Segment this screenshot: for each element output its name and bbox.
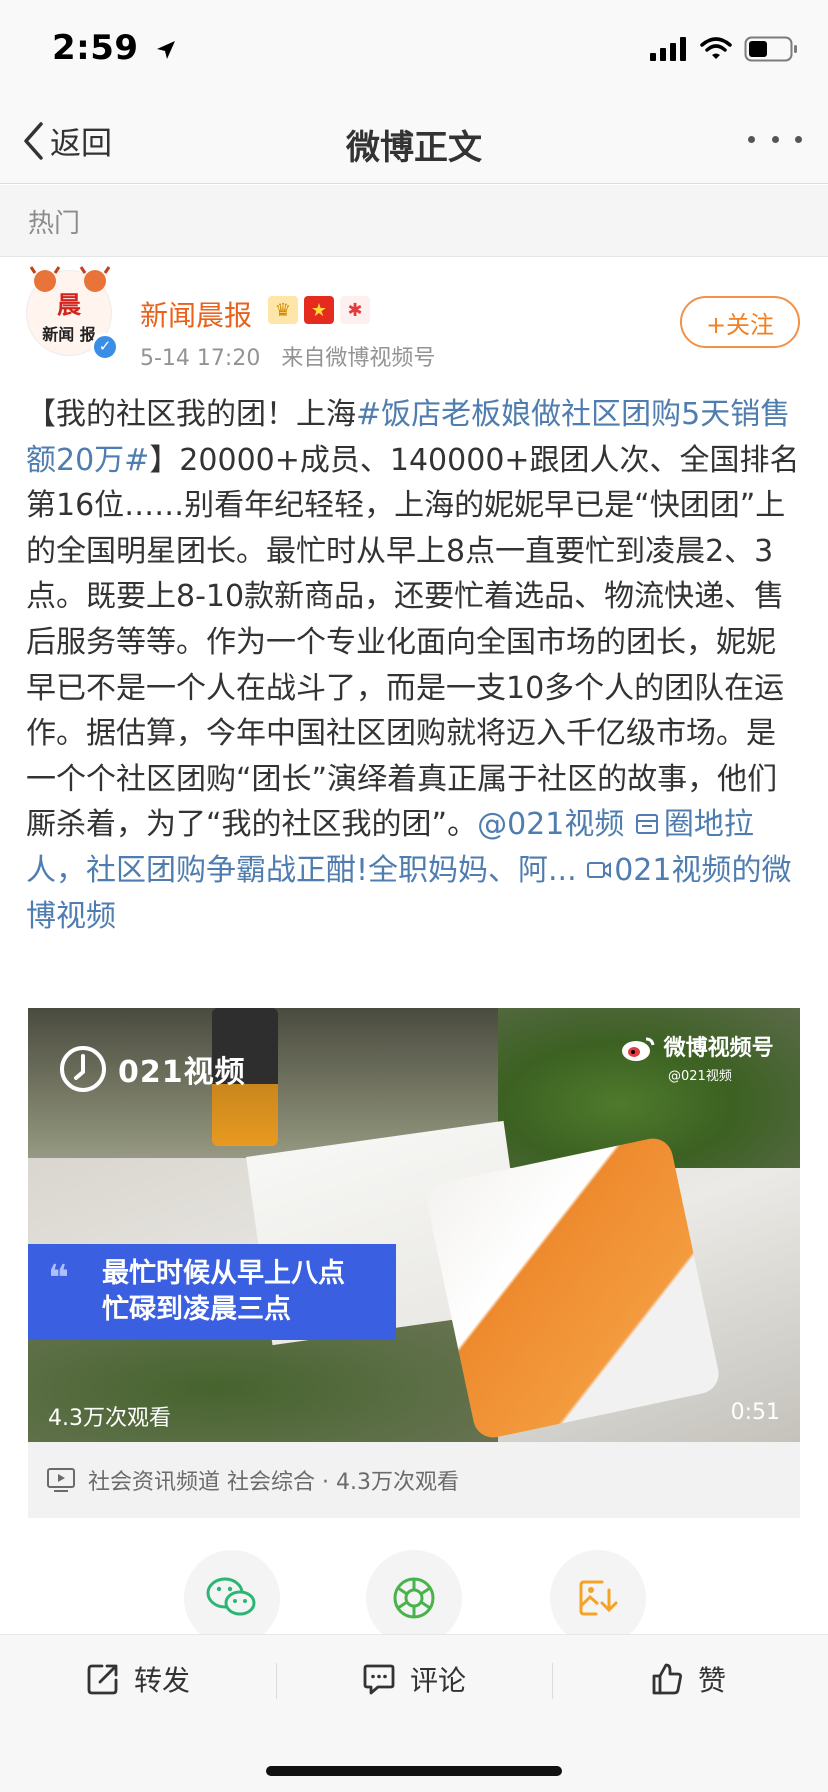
nav-bar: 返回 微博正文	[0, 100, 828, 184]
comment-label: 评论	[410, 1664, 467, 1697]
video-view-count: 4.3万次观看	[48, 1406, 171, 1431]
video-channel-logo: 021视频	[58, 1044, 246, 1094]
status-bar: 2:59	[0, 0, 828, 100]
signal-icon	[650, 37, 686, 61]
firework-icon[interactable]: ✱	[340, 296, 370, 324]
follow-button[interactable]: +关注	[680, 296, 800, 348]
avatar[interactable]: 晨 新闻 报 ✓	[26, 266, 119, 361]
crown-icon[interactable]: ♛	[268, 296, 298, 324]
video-caption-box: ❝ 最忙时候从早上八点 忙碌到凌晨三点	[28, 1244, 396, 1340]
video-link-icon	[587, 861, 612, 878]
quote-icon: ❝	[48, 1258, 70, 1299]
verified-icon: ✓	[98, 337, 112, 355]
action-divider	[276, 1663, 277, 1699]
caption-line-1: 最忙时候从早上八点	[102, 1258, 345, 1289]
moments-icon	[393, 1577, 435, 1619]
share-moments-button[interactable]	[366, 1550, 462, 1646]
weibo-eye-icon	[622, 1037, 655, 1061]
home-indicator[interactable]	[266, 1766, 562, 1776]
post-text-intro: 【我的社区我的团！上海	[26, 397, 356, 432]
author-badges: ♛ ★ ✱	[268, 296, 370, 324]
verified-badge: ✓	[91, 333, 119, 361]
video-info-text: 社会资讯频道 社会综合 · 4.3万次观看	[88, 1470, 459, 1495]
video-duration: 0:51	[730, 1400, 780, 1425]
article-icon	[635, 814, 658, 835]
caption-line-2: 忙碌到凌晨三点	[102, 1294, 291, 1325]
comment-button[interactable]: 评论	[362, 1659, 466, 1699]
wechat-icon	[206, 1577, 256, 1616]
wifi-icon	[700, 37, 732, 59]
share-wechat-button[interactable]	[184, 1550, 280, 1646]
watermark-handle: @021视频	[668, 1069, 732, 1084]
repost-label: 转发	[134, 1664, 191, 1697]
author-name[interactable]: 新闻晨报	[140, 294, 252, 334]
avatar-logo-main: 晨	[57, 291, 81, 319]
flag-icon[interactable]: ★	[304, 296, 334, 324]
save-image-icon	[579, 1580, 618, 1616]
status-indicators	[650, 36, 798, 62]
section-label: 热门	[28, 209, 81, 239]
location-arrow-icon	[156, 40, 175, 59]
like-button[interactable]: 赞	[650, 1659, 726, 1699]
repost-icon	[87, 1664, 118, 1695]
clock-logo-icon	[60, 1046, 106, 1092]
more-icon	[748, 135, 755, 143]
mention-link[interactable]: @021视频	[477, 807, 624, 842]
post-meta: 5-14 17:20 来自微博视频号	[140, 340, 435, 372]
video-player[interactable]: 021视频 微博视频号 @021视频 ❝ 最忙时候从早上八点 忙碌到凌晨三点 4…	[28, 1008, 800, 1442]
watermark-text: 微博视频号	[663, 1036, 774, 1061]
video-watermark: 微博视频号 @021视频	[620, 1030, 774, 1084]
like-label: 赞	[698, 1664, 727, 1697]
post-body: 【我的社区我的团！上海#饭店老板娘做社区团购5天销售额20万#】20000+成员…	[26, 392, 804, 939]
status-time: 2:59	[52, 28, 177, 68]
more-button[interactable]	[748, 124, 802, 154]
save-image-button[interactable]	[550, 1550, 646, 1646]
post-text-main: 】20000+成员、140000+跟团人次、全国排名第16位……别看年纪轻轻，上…	[26, 442, 800, 843]
watermark-main: 微博视频号	[620, 1030, 774, 1063]
battery-icon	[744, 36, 797, 62]
video-channel-icon	[47, 1468, 75, 1492]
repost-button[interactable]: 转发	[86, 1659, 190, 1699]
page-title: 微博正文	[346, 128, 482, 168]
video-channel-name: 021视频	[118, 1055, 246, 1090]
video-caption-text: 最忙时候从早上八点 忙碌到凌晨三点	[102, 1256, 345, 1328]
post-source-prefix: 来自	[281, 346, 326, 371]
like-icon	[652, 1663, 682, 1695]
video-scene-bag	[423, 1134, 723, 1442]
time-text: 2:59	[52, 28, 139, 68]
video-info-bar[interactable]: 社会资讯频道 社会综合 · 4.3万次观看	[28, 1442, 800, 1518]
post-source[interactable]: 微博视频号	[325, 346, 435, 371]
section-header: 热门	[0, 185, 828, 257]
post-timestamp: 5-14 17:20	[140, 346, 261, 371]
comment-icon	[363, 1664, 395, 1695]
action-divider	[552, 1663, 553, 1699]
